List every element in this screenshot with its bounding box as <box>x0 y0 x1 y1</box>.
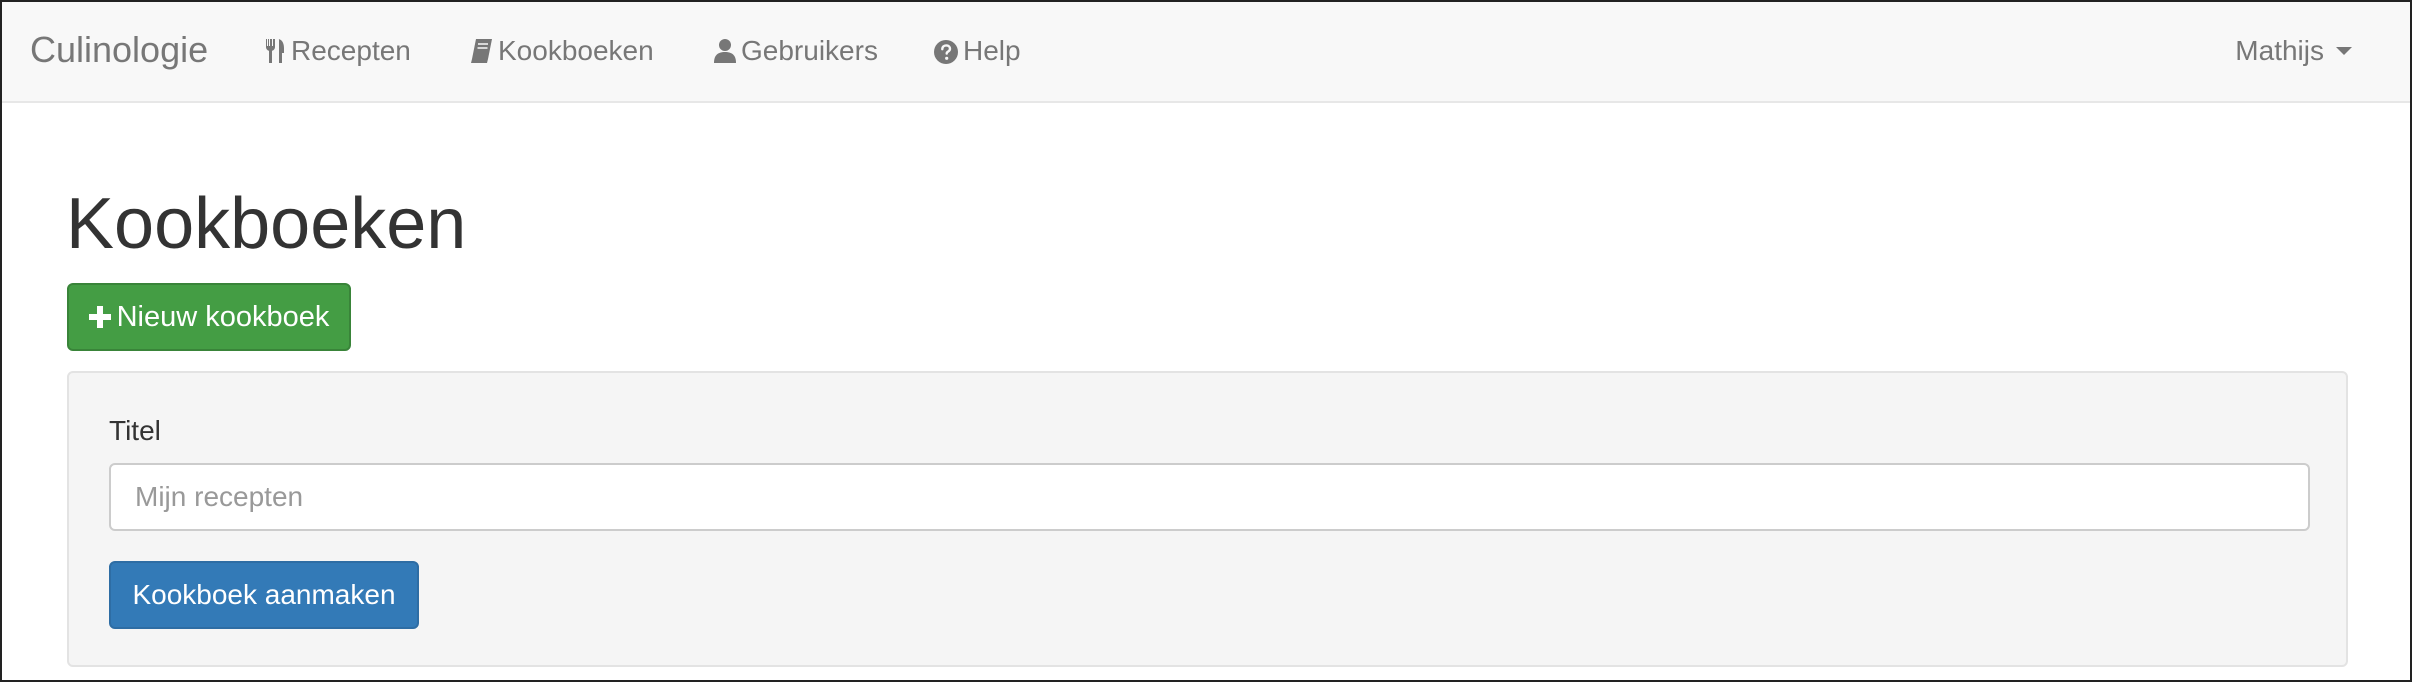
user-dropdown[interactable]: Mathijs <box>2235 31 2352 71</box>
new-cookbook-label: Nieuw kookboek <box>116 301 330 333</box>
nav-recepten[interactable]: Recepten <box>264 31 411 71</box>
user-name: Mathijs <box>2235 35 2324 66</box>
nav-gebruikers[interactable]: Gebruikers <box>714 31 878 71</box>
plus-icon <box>88 306 111 328</box>
cutlery-icon <box>266 39 284 63</box>
title-input[interactable] <box>109 463 2310 531</box>
question-circle-icon <box>934 40 958 64</box>
nav-gebruikers-label: Gebruikers <box>741 35 878 66</box>
nav-kookboeken-label: Kookboeken <box>498 35 654 66</box>
caret-down-icon <box>2336 47 2352 55</box>
nav-help[interactable]: Help <box>934 31 1021 71</box>
new-cookbook-button[interactable]: Nieuw kookboek <box>67 283 351 351</box>
create-cookbook-form: Titel Kookboek aanmaken <box>67 371 2348 667</box>
title-label: Titel <box>109 415 161 446</box>
page-title: Kookboeken <box>66 184 467 264</box>
create-cookbook-button[interactable]: Kookboek aanmaken <box>109 561 419 629</box>
nav-kookboeken[interactable]: Kookboeken <box>469 31 654 71</box>
user-icon <box>714 39 736 63</box>
navbar: Culinologie Recepten Kookboeken Gebruike… <box>2 2 2410 103</box>
book-icon <box>471 39 492 63</box>
nav-recepten-label: Recepten <box>291 35 411 66</box>
brand-link[interactable]: Culinologie <box>30 26 208 74</box>
nav-help-label: Help <box>963 35 1021 66</box>
